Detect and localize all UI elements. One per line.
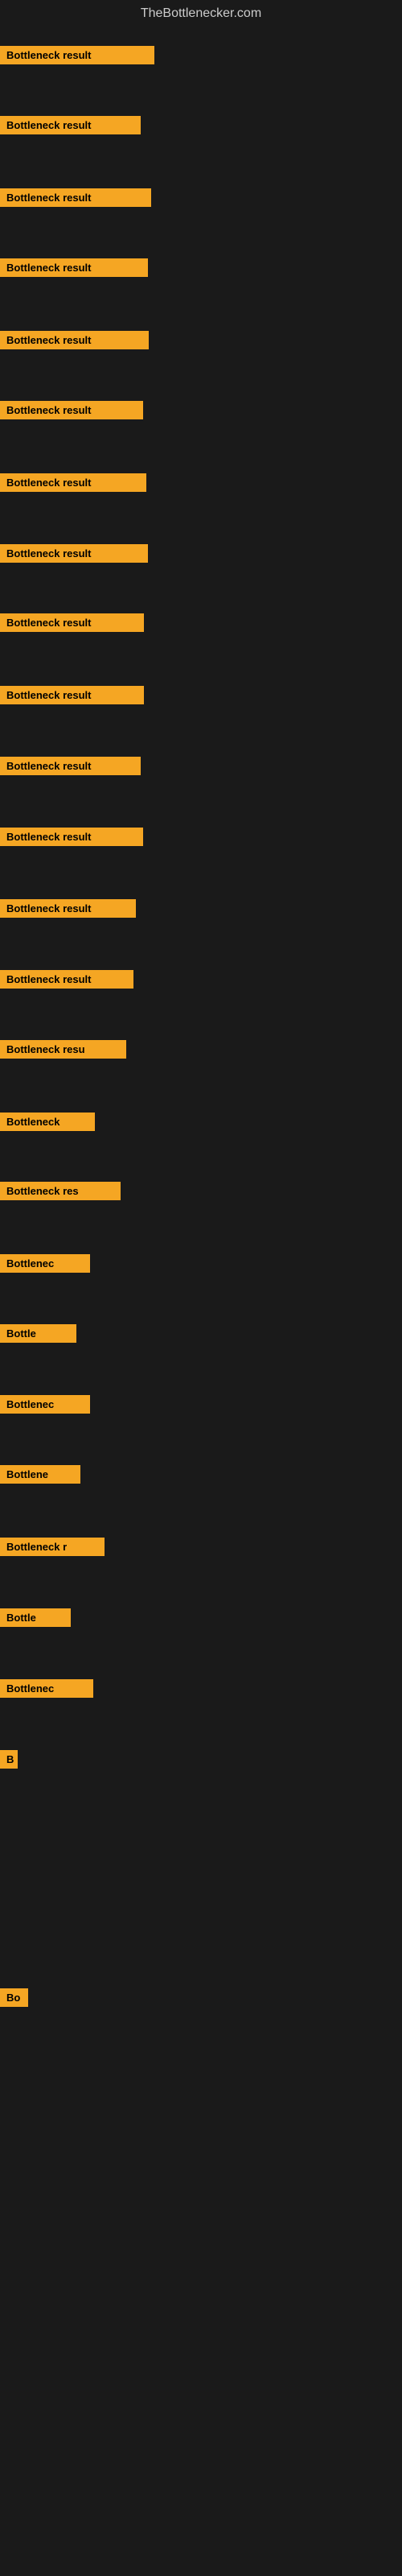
bottleneck-result-badge[interactable]: Bottleneck result — [0, 970, 133, 989]
bottleneck-result-badge[interactable]: Bo — [0, 1988, 28, 2007]
bottleneck-result-badge[interactable]: Bottleneck result — [0, 188, 151, 207]
bottleneck-result-badge[interactable]: Bottleneck result — [0, 46, 154, 64]
site-title: TheBottlenecker.com — [0, 0, 402, 27]
bottleneck-result-badge[interactable]: Bottle — [0, 1324, 76, 1343]
bottleneck-result-badge[interactable]: Bottleneck result — [0, 899, 136, 918]
bottleneck-result-badge[interactable]: Bottleneck result — [0, 331, 149, 349]
bottleneck-result-badge[interactable]: Bottleneck result — [0, 544, 148, 563]
bottleneck-result-badge[interactable]: Bottleneck — [0, 1113, 95, 1131]
bottleneck-result-badge[interactable]: Bottlenec — [0, 1679, 93, 1698]
bottleneck-result-badge[interactable]: Bottleneck r — [0, 1538, 105, 1556]
bottleneck-result-badge[interactable]: Bottleneck res — [0, 1182, 121, 1200]
bottleneck-result-badge[interactable]: B — [0, 1750, 18, 1769]
bottleneck-result-badge[interactable]: Bottleneck result — [0, 613, 144, 632]
bottleneck-result-badge[interactable]: Bottleneck result — [0, 686, 144, 704]
bottleneck-result-badge[interactable]: Bottleneck result — [0, 828, 143, 846]
bottleneck-result-badge[interactable]: Bottleneck resu — [0, 1040, 126, 1059]
bottleneck-result-badge[interactable]: Bottleneck result — [0, 473, 146, 492]
bottleneck-result-badge[interactable]: Bottlene — [0, 1465, 80, 1484]
bottleneck-result-badge[interactable]: Bottleneck result — [0, 757, 141, 775]
bottleneck-result-badge[interactable]: Bottlenec — [0, 1254, 90, 1273]
bottleneck-result-badge[interactable]: Bottle — [0, 1608, 71, 1627]
bottleneck-result-badge[interactable]: Bottleneck result — [0, 401, 143, 419]
bottleneck-result-badge[interactable]: Bottlenec — [0, 1395, 90, 1414]
bottleneck-result-badge[interactable]: Bottleneck result — [0, 116, 141, 134]
bottleneck-result-badge[interactable]: Bottleneck result — [0, 258, 148, 277]
